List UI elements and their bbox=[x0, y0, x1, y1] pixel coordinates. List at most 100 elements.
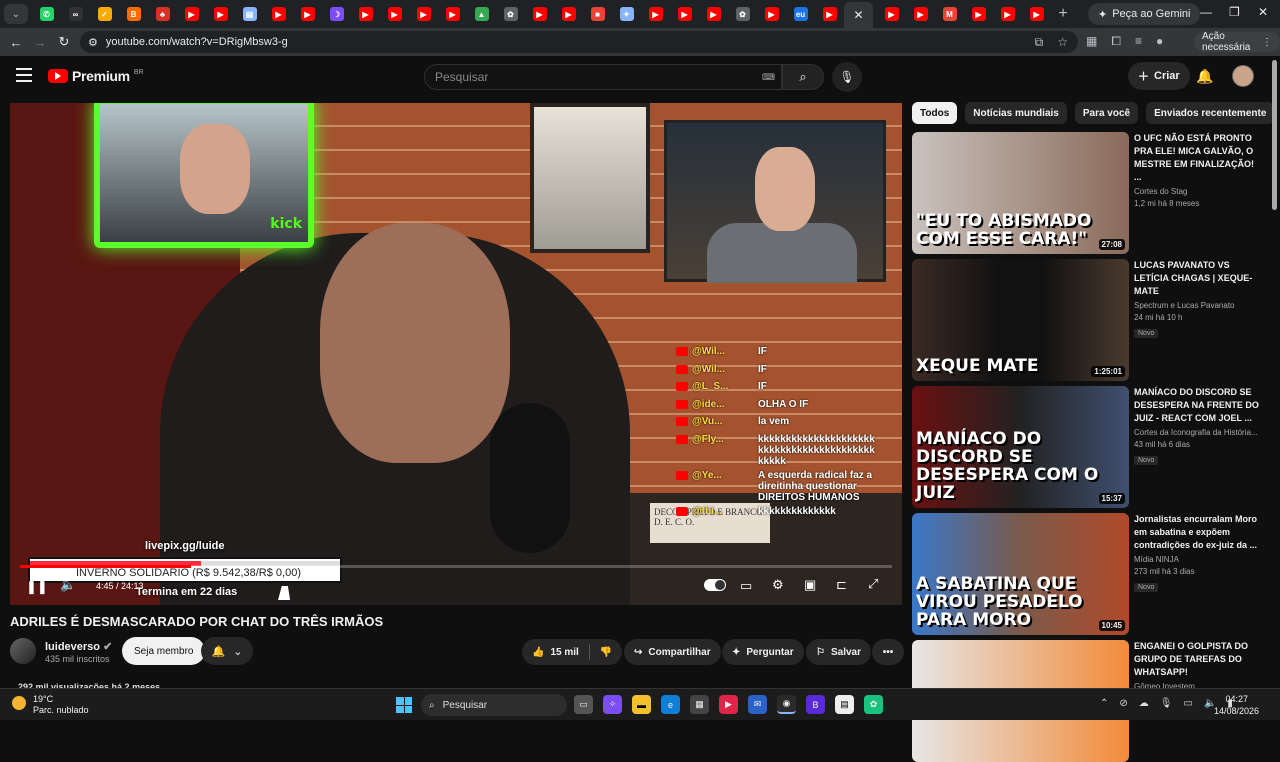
edge-icon[interactable]: e bbox=[661, 695, 680, 714]
more-actions-button[interactable]: ••• bbox=[872, 639, 904, 665]
browser-tab[interactable]: ✿ bbox=[728, 3, 757, 25]
extension-icon[interactable]: ▦ bbox=[1086, 34, 1097, 49]
system-clock[interactable]: 04:27 14/08/2026 bbox=[1214, 693, 1259, 717]
create-button[interactable]: ＋ Criar bbox=[1128, 62, 1190, 90]
video-title[interactable]: LUCAS PAVANATO VS LETÍCIA CHAGAS | XEQUE… bbox=[1134, 259, 1260, 298]
browser-tab[interactable]: ∞ bbox=[61, 3, 90, 25]
page-scrollbar[interactable] bbox=[1272, 60, 1277, 210]
browser-tab[interactable]: ▶ bbox=[351, 3, 380, 25]
filter-chip[interactable]: Para você bbox=[1074, 102, 1139, 124]
network-off-icon[interactable]: ⊘ bbox=[1119, 698, 1127, 709]
mic-icon[interactable]: 🎙 bbox=[1160, 698, 1173, 709]
cast-icon[interactable]: ⊏ bbox=[836, 577, 847, 593]
video-title[interactable]: O UFC NÃO ESTÁ PRONTO PRA ELE! MICA GALV… bbox=[1134, 132, 1260, 184]
channel-name[interactable]: Mídia NINJA bbox=[1134, 555, 1260, 564]
profile-icon[interactable]: ● bbox=[1156, 34, 1163, 49]
subtitles-icon[interactable]: ▭ bbox=[740, 578, 752, 594]
gemini-button[interactable]: ✦ Peça ao Gemini bbox=[1088, 3, 1201, 25]
windows-start-icon[interactable] bbox=[396, 697, 412, 713]
autoplay-toggle[interactable] bbox=[704, 579, 726, 591]
recommended-video[interactable]: "EU TO ABISMADO COM ESSE CARA!" 27:08 O UF… bbox=[912, 132, 1262, 254]
channel-name[interactable]: Cortes do Stag bbox=[1134, 187, 1260, 196]
browser-tab[interactable]: B bbox=[119, 3, 148, 25]
media-player-icon[interactable]: ▶ bbox=[719, 695, 738, 714]
browser-tab[interactable]: ✦ bbox=[612, 3, 641, 25]
browser-tab[interactable]: ▶ bbox=[380, 3, 409, 25]
browser-tab[interactable]: ▶ bbox=[525, 3, 554, 25]
search-button[interactable]: ⌕ bbox=[782, 64, 824, 90]
fullscreen-icon[interactable]: ⤢ bbox=[868, 576, 878, 592]
back-button[interactable]: ← bbox=[4, 35, 28, 50]
weather-widget[interactable]: 19°C Parc. nublado bbox=[12, 694, 89, 716]
recommended-video[interactable]: A SABATINA QUE VIROU PESADELO PARA MORO 1… bbox=[912, 513, 1262, 635]
miniplayer-icon[interactable]: ▣ bbox=[804, 577, 816, 593]
copilot-icon[interactable]: ✧ bbox=[603, 695, 622, 714]
youtube-logo[interactable]: Premium BR bbox=[48, 68, 144, 84]
video-title[interactable]: Jornalistas encurralam Moro em sabatina … bbox=[1134, 513, 1260, 552]
video-thumbnail[interactable]: "EU TO ABISMADO COM ESSE CARA!" 27:08 bbox=[912, 132, 1129, 254]
share-button[interactable]: ↪ Compartilhar bbox=[624, 639, 721, 665]
menu-icon[interactable] bbox=[16, 68, 32, 86]
media-icon[interactable]: ≡ bbox=[1135, 34, 1142, 49]
browser-tab[interactable]: ▤ bbox=[235, 3, 264, 25]
notifications-bell-icon[interactable]: 🔔 bbox=[1196, 68, 1213, 85]
seek-bar[interactable] bbox=[20, 565, 892, 568]
chatgpt-icon[interactable]: ✿ bbox=[864, 695, 883, 714]
subscription-bell-button[interactable]: 🔔 ⌄ bbox=[201, 637, 253, 665]
browser-tab[interactable]: ▶ bbox=[409, 3, 438, 25]
tab-search-button[interactable]: ⌄ bbox=[4, 4, 28, 24]
voice-search-button[interactable]: 🎙 bbox=[832, 62, 862, 92]
browser-tab[interactable]: ▲ bbox=[467, 3, 496, 25]
browser-tab[interactable]: ▶ bbox=[906, 3, 935, 25]
browser-tab[interactable]: M bbox=[935, 3, 964, 25]
close-icon[interactable]: ✕ bbox=[853, 8, 863, 22]
browser-tab[interactable]: ▶ bbox=[877, 3, 906, 25]
channel-name[interactable]: Spectrum e Lucas Pavanato bbox=[1134, 301, 1260, 310]
browser-tab[interactable]: ✓ bbox=[90, 3, 119, 25]
bookmark-star-icon[interactable]: ☆ bbox=[1057, 35, 1068, 50]
settings-gear-icon[interactable]: ⚙ bbox=[772, 577, 784, 593]
like-button[interactable]: 👍 15 mil 👎 bbox=[522, 639, 623, 665]
browser-tab[interactable]: ▶ bbox=[699, 3, 728, 25]
new-tab-button[interactable]: + bbox=[1051, 5, 1075, 23]
filter-chip[interactable]: Todos bbox=[912, 102, 958, 124]
account-avatar[interactable] bbox=[1232, 65, 1254, 87]
browser-tab[interactable]: ▶ bbox=[264, 3, 293, 25]
forward-button[interactable]: → bbox=[28, 35, 52, 50]
join-button[interactable]: Seja membro bbox=[122, 637, 206, 665]
browser-tab[interactable]: ♣ bbox=[148, 3, 177, 25]
chrome-icon[interactable]: ◉ bbox=[777, 695, 796, 714]
keyboard-icon[interactable]: ⌨ bbox=[762, 72, 775, 83]
store-icon[interactable]: ▦ bbox=[690, 695, 709, 714]
url-field[interactable]: ⚙ youtube.com/watch?v=DRigMbsw3-g ⧉ ☆ bbox=[80, 31, 1078, 53]
browser-tab[interactable]: ▶ bbox=[815, 3, 844, 25]
recommended-video[interactable]: XEQUE MATE 1:25:01 LUCAS PAVANATO VS LETÍC… bbox=[912, 259, 1262, 381]
recommended-video[interactable]: MANÍACO DO DISCORD SE DESESPERA COM O JU… bbox=[912, 386, 1262, 508]
video-player[interactable]: DECOR PRETO E BRANCO D. E. C. O. kick @W… bbox=[10, 103, 902, 605]
video-thumbnail[interactable]: A SABATINA QUE VIROU PESADELO PARA MORO 1… bbox=[912, 513, 1129, 635]
browser-tab[interactable]: ■ bbox=[583, 3, 612, 25]
video-title[interactable]: MANÍACO DO DISCORD SE DESESPERA NA FRENT… bbox=[1134, 386, 1260, 425]
video-title[interactable]: ENGANEI O GOLPISTA DO GRUPO DE TAREFAS D… bbox=[1134, 640, 1260, 679]
thumbs-down-icon[interactable]: 👎 bbox=[600, 647, 612, 658]
display-icon[interactable]: ▭ bbox=[1183, 698, 1192, 709]
chevron-up-icon[interactable]: ⌃ bbox=[1100, 698, 1108, 709]
browser-tab[interactable]: ▶ bbox=[993, 3, 1022, 25]
pause-icon[interactable]: ❚❚ bbox=[26, 579, 48, 595]
close-window-button[interactable]: ✕ bbox=[1258, 5, 1268, 19]
browser-tab[interactable]: ▶ bbox=[554, 3, 583, 25]
channel-name[interactable]: luideverso ✔ bbox=[45, 640, 112, 653]
active-tab[interactable]: ✕ bbox=[844, 2, 873, 28]
site-info-icon[interactable]: ⚙ bbox=[88, 36, 98, 49]
search-input[interactable]: Pesquisar bbox=[424, 64, 782, 90]
filter-chip[interactable]: Enviados recentemente bbox=[1146, 102, 1275, 124]
ask-button[interactable]: ✦ Perguntar bbox=[722, 639, 804, 665]
twitch-icon[interactable]: B bbox=[806, 695, 825, 714]
browser-tab[interactable]: ▶ bbox=[206, 3, 235, 25]
puzzle-icon[interactable]: ⧠ bbox=[1111, 34, 1121, 49]
minimize-button[interactable]: — bbox=[1200, 5, 1212, 19]
save-button[interactable]: ⚐ Salvar bbox=[806, 639, 871, 665]
browser-tab[interactable]: ▶ bbox=[438, 3, 467, 25]
browser-tab[interactable]: ▶ bbox=[964, 3, 993, 25]
video-thumbnail[interactable]: MANÍACO DO DISCORD SE DESESPERA COM O JU… bbox=[912, 386, 1129, 508]
